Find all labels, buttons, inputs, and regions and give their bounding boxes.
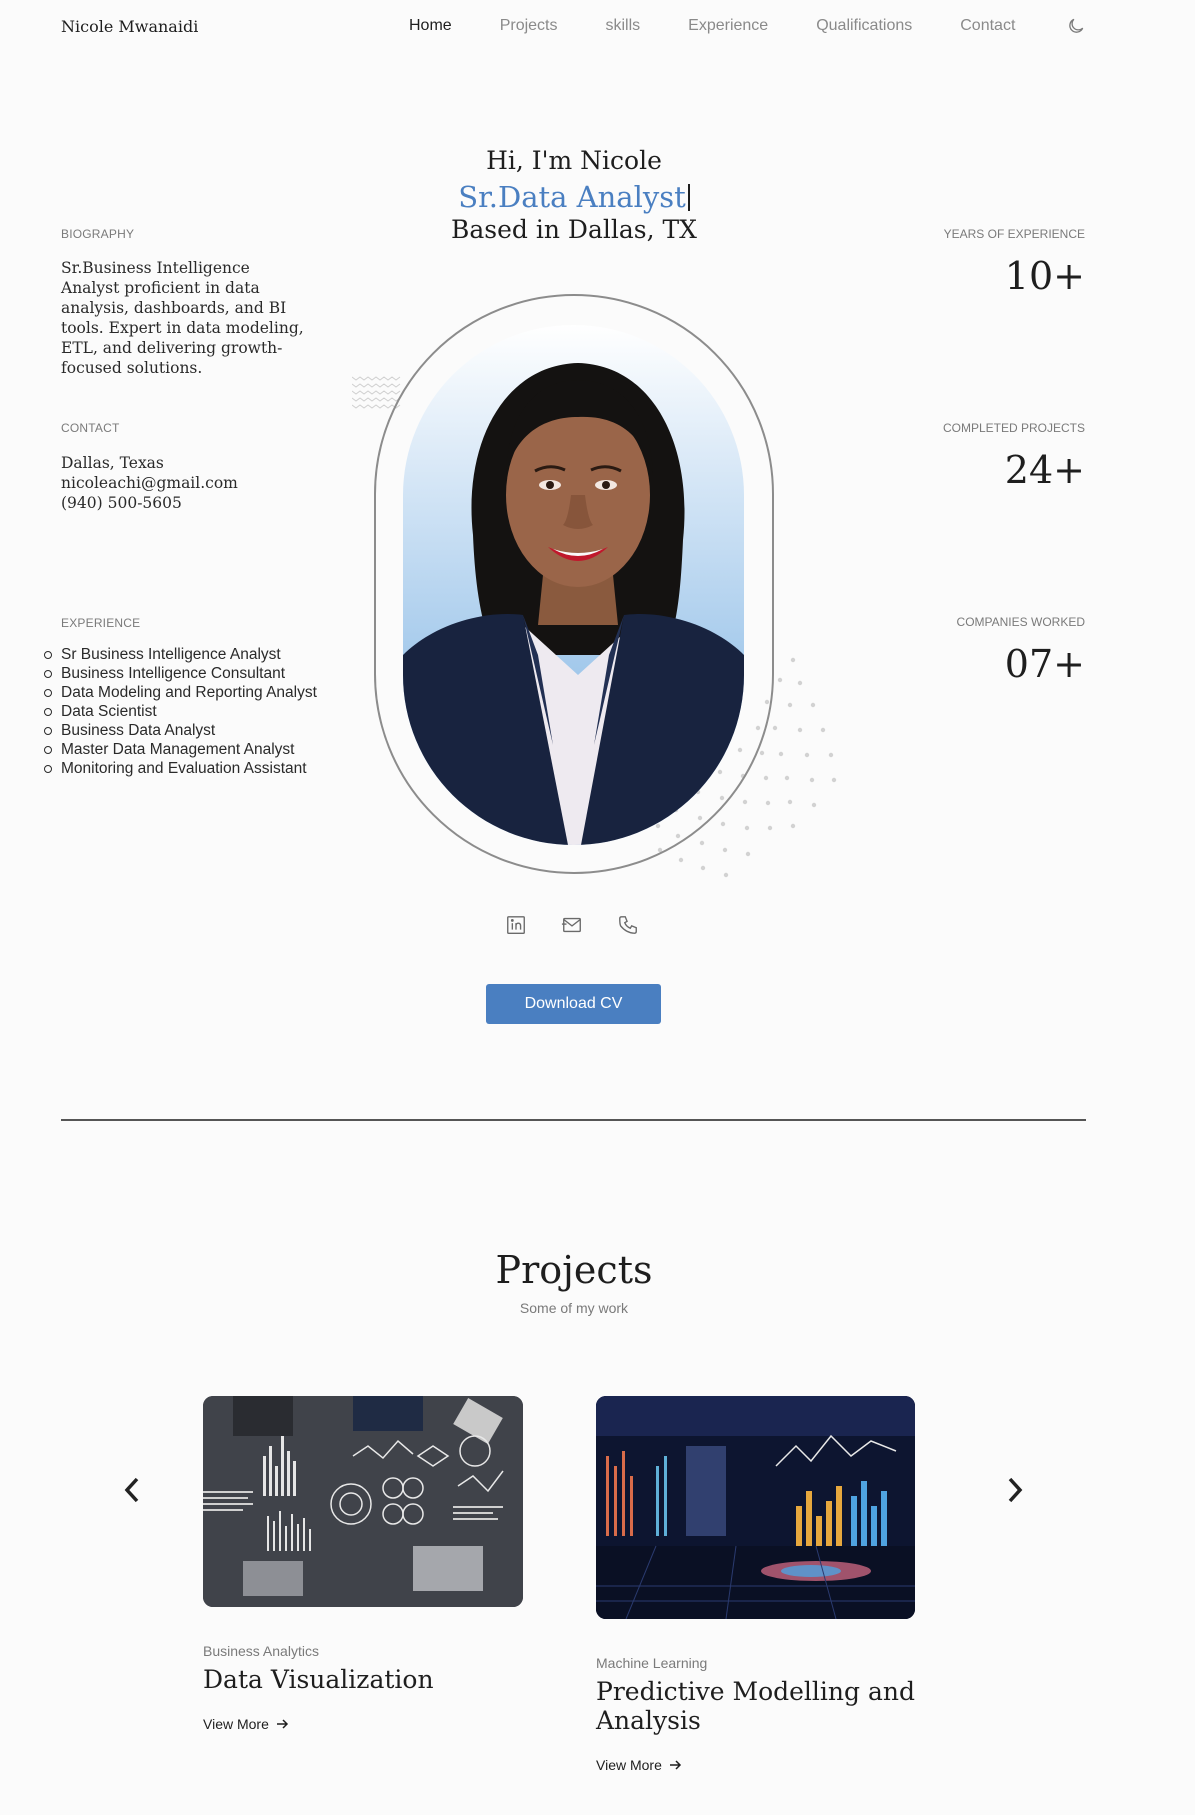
- analytics-dashboard-image: [203, 1396, 523, 1607]
- stat-companies: COMPANIES WORKED 07+: [957, 615, 1085, 686]
- list-item: Master Data Management Analyst: [44, 740, 321, 759]
- project-thumbnail[interactable]: [203, 1396, 523, 1607]
- typing-cursor: [687, 184, 690, 211]
- contact-email[interactable]: nicoleachi@gmail.com: [61, 473, 316, 493]
- phone-icon[interactable]: [617, 914, 639, 936]
- chevron-left-icon[interactable]: [119, 1475, 145, 1505]
- biography-label: BIOGRAPHY: [61, 227, 135, 241]
- view-more-link[interactable]: View More: [203, 1716, 289, 1732]
- linkedin-icon[interactable]: [505, 914, 527, 936]
- stat-label: YEARS OF EXPERIENCE: [943, 227, 1085, 241]
- nav-link-experience[interactable]: Experience: [688, 17, 768, 35]
- list-item: Sr Business Intelligence Analyst: [44, 645, 321, 664]
- hero-role: Sr.Data Analyst: [0, 180, 1148, 214]
- view-more-link[interactable]: View More: [596, 1757, 682, 1773]
- nav-link-home[interactable]: Home: [409, 17, 452, 35]
- mail-icon[interactable]: [561, 914, 583, 936]
- stat-value: 10+: [1004, 254, 1085, 298]
- download-cv-button[interactable]: Download CV: [486, 984, 661, 1024]
- hero-role-text: Sr.Data Analyst: [458, 180, 686, 214]
- profile-photo-illustration: [403, 363, 744, 845]
- contact-details: Dallas, Texas nicoleachi@gmail.com (940)…: [61, 453, 316, 513]
- project-category: Machine Learning: [596, 1655, 708, 1671]
- contact-label: CONTACT: [61, 421, 120, 435]
- data-room-image: [596, 1396, 915, 1619]
- hero-greeting: Hi, I'm Nicole: [486, 146, 662, 175]
- view-more-label: View More: [596, 1757, 662, 1773]
- profile-photo: [403, 325, 744, 845]
- arrow-right-icon: [276, 1719, 288, 1729]
- project-card: Business Analytics Data Visualization Vi…: [203, 1396, 523, 1734]
- project-card: Machine Learning Predictive Modelling an…: [596, 1396, 996, 1775]
- list-item: Business Intelligence Consultant: [44, 664, 321, 683]
- list-item: Data Scientist: [44, 702, 321, 721]
- list-item: Business Data Analyst: [44, 721, 321, 740]
- projects-title: Projects: [495, 1248, 653, 1292]
- top-nav: Nicole Mwanaidi Home Projects skills Exp…: [0, 0, 1195, 56]
- project-category: Business Analytics: [203, 1643, 319, 1659]
- projects-subtitle: Some of my work: [519, 1300, 629, 1316]
- nav-link-skills[interactable]: skills: [605, 17, 640, 35]
- brand-name[interactable]: Nicole Mwanaidi: [61, 17, 198, 36]
- nav-link-qualifications[interactable]: Qualifications: [816, 17, 912, 35]
- project-title[interactable]: Data Visualization: [203, 1665, 523, 1694]
- view-more-label: View More: [203, 1716, 269, 1732]
- list-item: Monitoring and Evaluation Assistant: [44, 759, 321, 778]
- biography-text: Sr.Business Intelligence Analyst profici…: [61, 259, 304, 377]
- nav-links: Home Projects skills Experience Qualific…: [409, 17, 1063, 35]
- experience-list: Sr Business Intelligence Analyst Busines…: [44, 645, 321, 778]
- list-item: Data Modeling and Reporting Analyst: [44, 683, 321, 702]
- stat-projects: COMPLETED PROJECTS 24+: [943, 421, 1085, 492]
- social-links: [505, 914, 639, 936]
- arrow-right-icon: [669, 1760, 681, 1770]
- nav-link-projects[interactable]: Projects: [500, 17, 558, 35]
- experience-label: EXPERIENCE: [61, 616, 141, 630]
- stat-label: COMPANIES WORKED: [956, 615, 1085, 629]
- chevron-right-icon[interactable]: [1002, 1475, 1028, 1505]
- stat-value: 24+: [1004, 448, 1085, 492]
- moon-icon[interactable]: [1066, 16, 1086, 36]
- project-title[interactable]: Predictive Modelling and Analysis: [596, 1677, 996, 1735]
- contact-city: Dallas, Texas: [61, 454, 164, 472]
- contact-phone[interactable]: (940) 500-5605: [61, 493, 316, 513]
- section-divider: [61, 1119, 1086, 1121]
- stat-label: COMPLETED PROJECTS: [942, 421, 1085, 435]
- stat-years: YEARS OF EXPERIENCE 10+: [944, 227, 1085, 298]
- nav-link-contact[interactable]: Contact: [960, 17, 1015, 35]
- stat-value: 07+: [1004, 642, 1085, 686]
- project-thumbnail[interactable]: [596, 1396, 915, 1619]
